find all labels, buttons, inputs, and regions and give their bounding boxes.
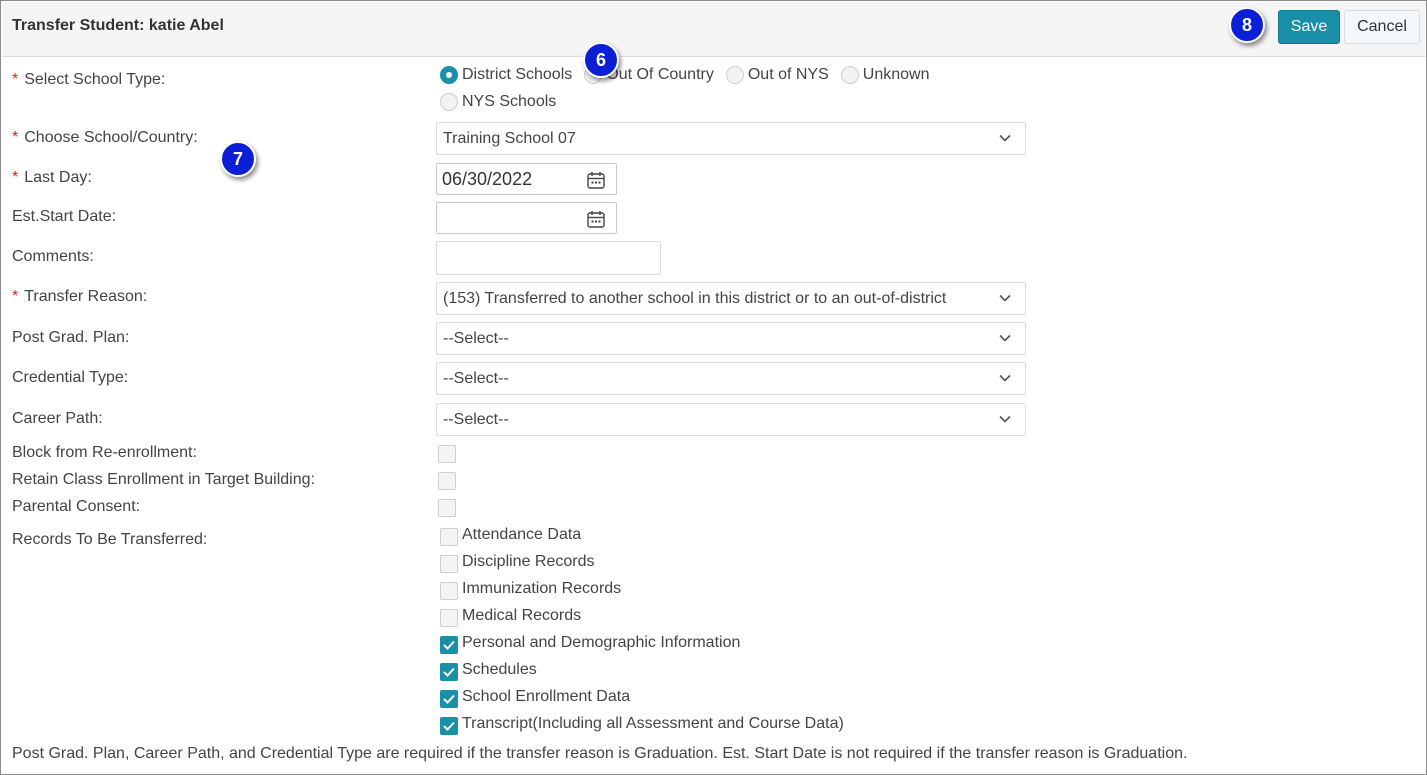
last-day-value: 06/30/2022 bbox=[442, 169, 533, 189]
transfer-reason-label: * Transfer Reason: bbox=[12, 288, 148, 305]
credential-type-select[interactable]: --Select-- bbox=[436, 362, 1026, 395]
radio-label-unknown: Unknown bbox=[862, 66, 930, 83]
dialog-header: Transfer Student: katie Abel Save Cancel bbox=[2, 2, 1425, 57]
school-type-radio-group-row2: NYS Schools bbox=[440, 93, 568, 111]
post-grad-plan-label: Post Grad. Plan: bbox=[12, 329, 130, 346]
retain-class-checkbox[interactable] bbox=[438, 472, 456, 490]
required-marker: * bbox=[12, 71, 19, 88]
last-day-date-input[interactable]: 06/30/2022 bbox=[436, 163, 617, 195]
calendar-icon[interactable] bbox=[586, 209, 606, 229]
choose-school-label: * Choose School/Country: bbox=[12, 129, 198, 146]
record-checkbox[interactable] bbox=[440, 663, 458, 681]
record-checkbox-label: Attendance Data bbox=[462, 526, 582, 543]
required-marker: * bbox=[12, 129, 19, 146]
chevron-down-icon bbox=[999, 374, 1011, 382]
radio-out-of-nys[interactable] bbox=[725, 66, 744, 84]
transfer-student-dialog: Transfer Student: katie Abel Save Cancel… bbox=[0, 0, 1427, 775]
career-path-select[interactable]: --Select-- bbox=[436, 403, 1026, 436]
school-type-radio-group: District Schools Out Of Country Out of N… bbox=[440, 66, 941, 84]
post-grad-plan-value: --Select-- bbox=[443, 330, 509, 347]
record-checkbox-label: Personal and Demographic Information bbox=[462, 634, 741, 651]
callout-8: 8 bbox=[1229, 7, 1265, 43]
transfer-reason-select[interactable]: (153) Transferred to another school in t… bbox=[436, 282, 1026, 315]
career-path-value: --Select-- bbox=[443, 411, 509, 428]
est-start-date-input[interactable] bbox=[436, 202, 617, 234]
radio-nys-schools[interactable] bbox=[440, 93, 458, 111]
calendar-icon[interactable] bbox=[586, 170, 606, 190]
radio-label-district-schools: District Schools bbox=[462, 66, 573, 83]
record-checkbox-label: Transcript(Including all Assessment and … bbox=[462, 715, 844, 732]
retain-class-label: Retain Class Enrollment in Target Buildi… bbox=[12, 471, 315, 488]
callout-7: 7 bbox=[220, 141, 256, 177]
record-checkbox[interactable] bbox=[440, 528, 458, 546]
comments-input[interactable] bbox=[436, 241, 661, 275]
block-reenrollment-checkbox[interactable] bbox=[438, 445, 456, 463]
checkmark-icon bbox=[443, 640, 455, 650]
required-marker: * bbox=[12, 169, 19, 186]
footnote-text: Post Grad. Plan, Career Path, and Creden… bbox=[12, 745, 1188, 762]
est-start-date-label: Est.Start Date: bbox=[12, 208, 117, 225]
radio-label-out-of-nys: Out of NYS bbox=[747, 66, 829, 83]
choose-school-value: Training School 07 bbox=[443, 130, 576, 147]
comments-label: Comments: bbox=[12, 248, 94, 265]
parental-consent-checkbox[interactable] bbox=[438, 499, 456, 517]
radio-label-nys-schools: NYS Schools bbox=[462, 93, 557, 110]
checkmark-icon bbox=[443, 694, 455, 704]
chevron-down-icon bbox=[999, 415, 1011, 423]
career-path-label: Career Path: bbox=[12, 410, 103, 427]
record-checkbox-label: Discipline Records bbox=[462, 553, 595, 570]
chevron-down-icon bbox=[999, 334, 1011, 342]
record-checkbox[interactable] bbox=[440, 717, 458, 735]
record-checkbox-label: Medical Records bbox=[462, 607, 582, 624]
transfer-reason-value: (153) Transferred to another school in t… bbox=[443, 290, 947, 307]
record-checkbox[interactable] bbox=[440, 582, 458, 600]
last-day-label: * Last Day: bbox=[12, 169, 92, 186]
record-checkbox-label: Schedules bbox=[462, 661, 537, 678]
school-type-label: * Select School Type: bbox=[12, 71, 166, 88]
radio-district-schools[interactable] bbox=[440, 66, 458, 84]
chevron-down-icon bbox=[999, 134, 1011, 142]
checkmark-icon bbox=[443, 721, 455, 731]
radio-label-out-of-country: Out Of Country bbox=[606, 66, 714, 83]
dialog-title: Transfer Student: katie Abel bbox=[12, 17, 224, 34]
record-checkbox-label: Immunization Records bbox=[462, 580, 622, 597]
record-checkbox[interactable] bbox=[440, 690, 458, 708]
radio-unknown[interactable] bbox=[840, 66, 859, 84]
record-checkbox[interactable] bbox=[440, 555, 458, 573]
checkmark-icon bbox=[443, 667, 455, 677]
record-checkbox-label: School Enrollment Data bbox=[462, 688, 631, 705]
credential-type-value: --Select-- bbox=[443, 370, 509, 387]
choose-school-select[interactable]: Training School 07 bbox=[436, 122, 1026, 155]
parental-consent-label: Parental Consent: bbox=[12, 498, 141, 515]
chevron-down-icon bbox=[999, 294, 1011, 302]
required-marker: * bbox=[12, 288, 19, 305]
records-label: Records To Be Transferred: bbox=[12, 531, 208, 548]
cancel-button[interactable]: Cancel bbox=[1344, 10, 1420, 44]
post-grad-plan-select[interactable]: --Select-- bbox=[436, 322, 1026, 355]
block-reenrollment-label: Block from Re-enrollment: bbox=[12, 444, 197, 461]
record-checkbox[interactable] bbox=[440, 636, 458, 654]
save-button[interactable]: Save bbox=[1278, 10, 1340, 44]
record-checkbox[interactable] bbox=[440, 609, 458, 627]
callout-6: 6 bbox=[583, 42, 619, 78]
credential-type-label: Credential Type: bbox=[12, 369, 129, 386]
